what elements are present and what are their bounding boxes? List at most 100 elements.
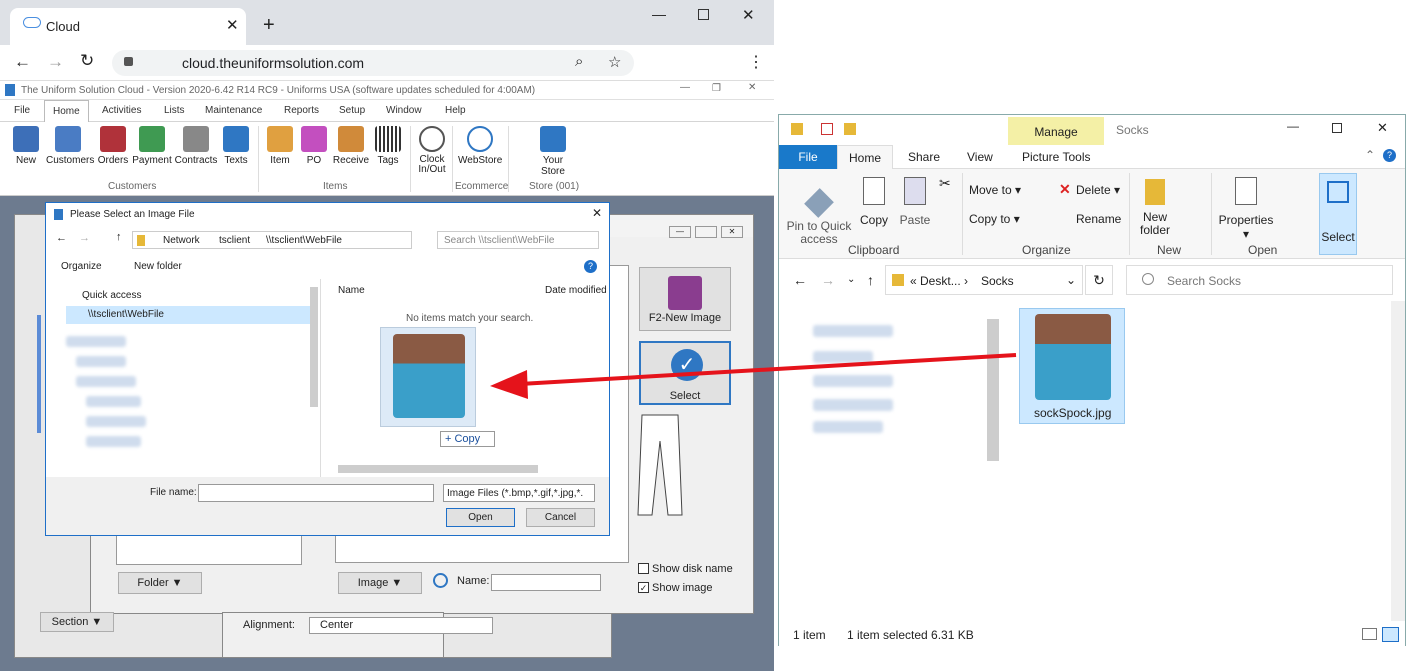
nav-scrollbar[interactable] [987,319,999,461]
rename-button[interactable]: Rename [1076,212,1121,226]
back-icon[interactable]: ← [793,272,807,288]
back-icon[interactable]: ← [56,232,67,244]
zoom-icon[interactable]: ⌕ [575,53,583,70]
help-icon[interactable]: ? [1383,149,1396,162]
ribbon-tags-button[interactable]: Tags [366,126,410,166]
star-icon[interactable]: ☆ [608,53,621,71]
form-close-icon[interactable]: ✕ [721,226,743,238]
path-webfile[interactable]: \\tsclient\WebFile [266,235,342,246]
new-folder-button[interactable]: New folder [134,261,182,272]
refresh-button[interactable]: ↻ [1085,265,1113,295]
organize-button[interactable]: Organize [61,261,102,272]
menu-help[interactable]: Help [445,105,466,116]
file-item[interactable]: sockSpock.jpg [1019,308,1125,424]
ribbon-clock-button[interactable]: Clock In/Out [410,126,454,175]
ribbon-orders-button[interactable]: Orders [91,126,135,166]
ribbon-customers-button[interactable]: Customers [46,126,94,166]
properties-icon[interactable] [821,123,833,135]
content-scrollbar[interactable] [1391,301,1405,621]
tab-share[interactable]: Share [908,150,940,164]
search-icon[interactable] [433,573,448,588]
menu-lists[interactable]: Lists [164,105,185,116]
pin-quick-access-button[interactable]: Pin to Quick access [784,175,854,246]
dialog-search-input[interactable]: Search \\tsclient\WebFile [437,231,599,249]
paste-button[interactable]: Paste [897,175,933,227]
ribbon-payment-button[interactable]: Payment [130,126,174,166]
browser-tab[interactable]: Cloud ✕ [10,8,246,45]
crumb-socks[interactable]: Socks [981,274,1014,288]
new-image-button[interactable]: F2-New Image [639,267,731,331]
copy-to-button[interactable]: Copy to ▾ [969,212,1020,226]
h-scrollbar[interactable] [338,465,538,473]
menu-setup[interactable]: Setup [339,105,365,116]
show-disk-checkbox[interactable] [638,563,649,574]
back-icon[interactable]: ← [14,52,31,72]
column-name[interactable]: Name [338,285,365,296]
tab-home[interactable]: Home [837,145,893,170]
app-close-icon[interactable]: ✕ [748,82,756,93]
app-restore-icon[interactable]: ❐ [712,83,721,94]
properties-button[interactable]: Properties ▾ [1217,175,1275,241]
new-folder-icon[interactable] [844,123,856,135]
cancel-button[interactable]: Cancel [526,508,595,527]
collapse-ribbon-icon[interactable]: ⌃ [1365,148,1375,162]
form-restore-icon[interactable] [695,226,717,238]
path-tsclient[interactable]: tsclient [219,235,250,246]
details-view-icon[interactable] [1362,628,1377,640]
ribbon-webstore-button[interactable]: WebStore [458,126,502,166]
omnibox[interactable]: cloud.theuniformsolution.com ⌕ ☆ [112,50,634,76]
ribbon-store-button[interactable]: Your Store [531,126,575,177]
quick-access-item[interactable]: Quick access [82,290,141,301]
tab-view[interactable]: View [967,150,993,164]
file-type-select[interactable]: Image Files (*.bmp,*.gif,*.jpg,*. [443,484,595,502]
dialog-close-icon[interactable]: ✕ [592,206,602,220]
up-icon[interactable]: ↑ [867,272,874,288]
menu-maintenance[interactable]: Maintenance [205,105,262,116]
explorer-address-bar[interactable]: « Deskt... › Socks ⌄ [885,265,1083,295]
folder-button[interactable]: Folder ▼ [118,572,202,594]
close-icon[interactable]: ✕ [1377,120,1388,136]
help-icon[interactable]: ? [584,260,597,273]
alignment-select[interactable]: Center [309,617,493,634]
forward-icon[interactable]: → [47,52,64,72]
dialog-path-bar[interactable]: Network tsclient \\tsclient\WebFile [132,231,412,249]
explorer-search-input[interactable]: Search Socks [1126,265,1393,295]
nav-scrollbar[interactable] [310,287,318,407]
open-button[interactable]: Open [446,508,515,527]
menu-file[interactable]: File [14,105,30,116]
ribbon-new-button[interactable]: New [4,126,48,166]
up-icon[interactable]: ↑ [116,231,122,243]
reload-icon[interactable]: ↻ [80,51,94,71]
maximize-icon[interactable] [1332,123,1342,133]
show-image-checkbox[interactable]: ✓ [638,582,649,593]
move-to-button[interactable]: Move to ▾ [969,183,1021,197]
tab-picture-tools[interactable]: Picture Tools [1022,150,1090,164]
delete-button[interactable]: Delete ▾ [1076,183,1120,197]
section-button[interactable]: Section ▼ [40,612,114,632]
crumb-desktop[interactable]: « Deskt... › [910,274,968,288]
manage-tab[interactable]: Manage [1008,117,1104,145]
close-icon[interactable]: ✕ [226,16,239,34]
cut-icon[interactable]: ✂ [939,175,951,192]
app-minimize-icon[interactable]: — [680,82,690,93]
chevron-down-icon[interactable]: ⌄ [1066,273,1076,287]
menu-icon[interactable]: ⋮ [748,52,764,72]
recent-icon[interactable]: ⌄ [847,274,855,285]
forward-icon[interactable]: → [79,232,90,244]
select-button[interactable]: ✓ Select [639,341,731,405]
image-button[interactable]: Image ▼ [338,572,422,594]
menu-window[interactable]: Window [386,105,422,116]
path-network[interactable]: Network [163,235,200,246]
form-minimize-icon[interactable]: — [669,226,691,238]
ribbon-contracts-button[interactable]: Contracts [174,126,218,166]
file-name-input[interactable] [198,484,434,502]
new-folder-button[interactable]: New folder [1137,175,1173,237]
minimize-icon[interactable]: — [1287,119,1299,133]
thumbnail-view-icon[interactable] [1382,627,1399,642]
menu-activities[interactable]: Activities [102,105,141,116]
menu-reports[interactable]: Reports [284,105,319,116]
column-date[interactable]: Date modified [545,285,607,296]
close-window-icon[interactable]: ✕ [742,6,755,24]
minimize-icon[interactable]: — [652,6,666,22]
name-input[interactable] [491,574,601,591]
